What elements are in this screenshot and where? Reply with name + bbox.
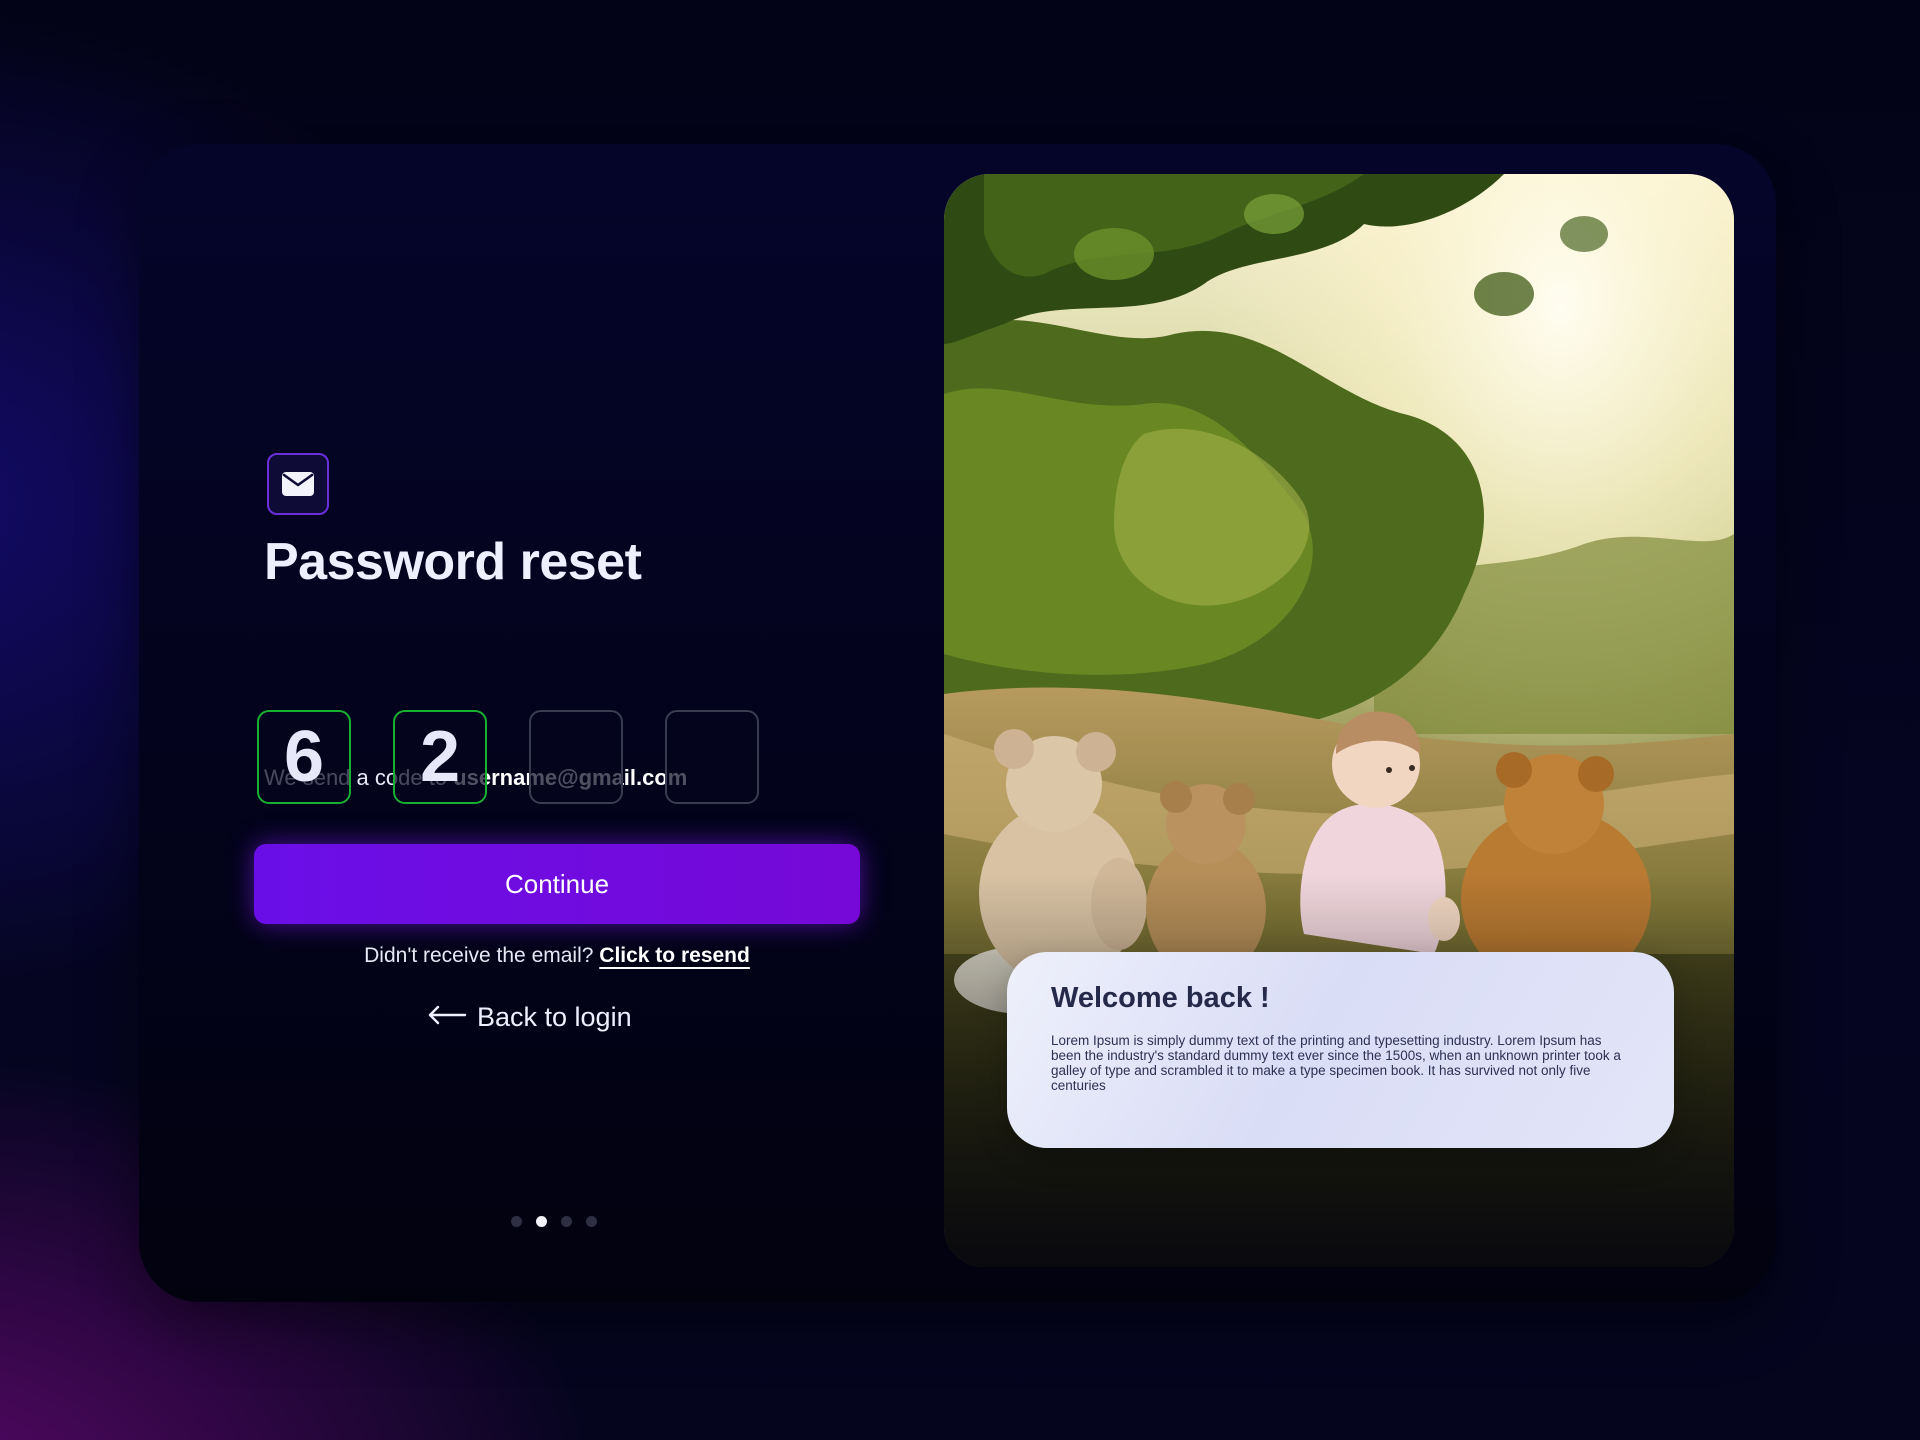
back-to-login-link[interactable]: Back to login	[427, 1002, 632, 1033]
continue-button[interactable]: Continue	[254, 844, 860, 924]
pagination-dot-4[interactable]	[586, 1216, 597, 1227]
arrow-left-icon	[427, 1002, 467, 1033]
welcome-card: Welcome back ! Lorem Ipsum is simply dum…	[1007, 952, 1674, 1148]
mail-icon-badge	[267, 453, 329, 515]
pagination-dot-3[interactable]	[561, 1216, 572, 1227]
otp-digit-1[interactable]: 6	[257, 710, 351, 804]
otp-digit-3[interactable]	[529, 710, 623, 804]
back-to-login-label: Back to login	[477, 1002, 632, 1032]
pagination-dot-2[interactable]	[536, 1216, 547, 1227]
otp-digit-2[interactable]: 2	[393, 710, 487, 804]
pagination-dot-1[interactable]	[511, 1216, 522, 1227]
resend-link[interactable]: Click to resend	[599, 944, 750, 967]
auth-card: Password reset We send a code to usernam…	[139, 144, 1776, 1302]
otp-digit-4[interactable]	[665, 710, 759, 804]
pagination-dots	[511, 1216, 597, 1227]
resend-prompt: Didn't receive the email?	[364, 944, 594, 967]
mail-icon	[282, 472, 314, 496]
page-title: Password reset	[264, 533, 642, 591]
welcome-body: Lorem Ipsum is simply dummy text of the …	[1051, 1033, 1621, 1094]
otp-input-group: 6 2	[257, 710, 759, 804]
resend-row: Didn't receive the email? Click to resen…	[254, 944, 860, 968]
welcome-title: Welcome back !	[1051, 982, 1270, 1014]
